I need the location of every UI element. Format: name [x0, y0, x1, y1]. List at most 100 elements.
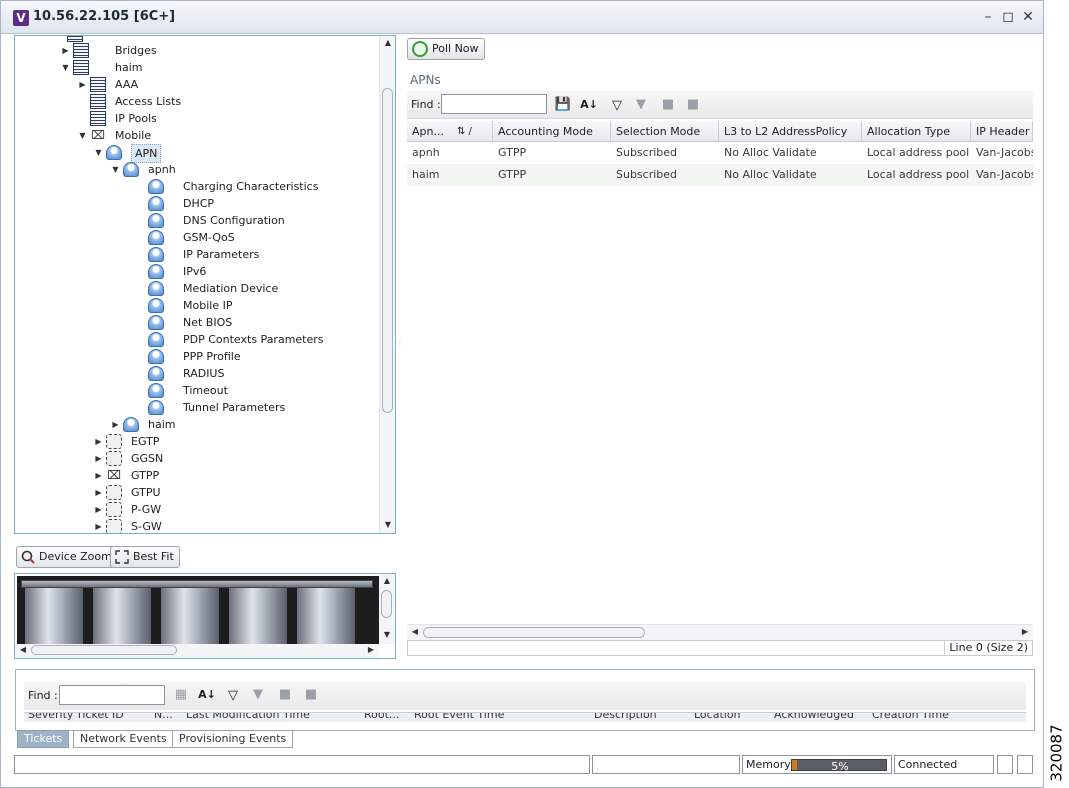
scroll-thumb[interactable] — [31, 645, 177, 655]
tree-item[interactable]: RADIUS — [15, 365, 377, 382]
tree-item[interactable]: Tunnel Parameters — [15, 399, 377, 416]
sort-icon[interactable]: A↓ — [198, 686, 216, 704]
events-column-header[interactable]: Description — [594, 713, 657, 721]
close-icon[interactable]: ✕ — [1020, 9, 1036, 25]
events-column-header[interactable]: Ticket ID — [76, 713, 124, 721]
export-icon[interactable]: 💾 — [554, 96, 572, 114]
tree-item[interactable]: Timeout — [15, 382, 377, 399]
inventory-tree[interactable]: ▶ Bridges ▼ haim ▶ AAA Access Lists IP Pools ▼ ⌧ M… — [14, 35, 396, 534]
tree-item[interactable]: PDP Contexts Parameters — [15, 331, 377, 348]
tree-item[interactable]: IP Pools — [15, 110, 377, 127]
events-column-header[interactable]: N... — [154, 713, 173, 721]
tab-tickets[interactable]: Tickets — [17, 730, 70, 748]
filter-icon[interactable]: ▽ — [224, 687, 242, 705]
column-header[interactable]: Apn... ⇅ / — [407, 121, 493, 142]
collapse-icon[interactable]: ▼ — [111, 161, 120, 178]
expand-icon[interactable]: ▶ — [94, 433, 103, 450]
tree-item[interactable]: ▼ APN — [15, 144, 377, 163]
advanced-filter-icon[interactable]: ▼ — [249, 686, 267, 704]
splitter-handle[interactable]: ⋮ — [397, 340, 403, 353]
tree-item[interactable]: PPP Profile — [15, 348, 377, 365]
events-column-header[interactable]: Last Modification Time — [186, 713, 310, 721]
poll-now-button[interactable]: Poll Now — [407, 38, 485, 60]
maximize-icon[interactable]: ◻ — [1000, 9, 1016, 25]
clear-filter-icon[interactable]: ■ — [659, 96, 677, 114]
tree-item[interactable]: ▶ GGSN — [15, 450, 377, 467]
save-filter-icon[interactable]: ■ — [302, 686, 320, 704]
tree-item[interactable]: ▶ AAA — [15, 76, 377, 93]
scroll-up-icon[interactable]: ▲ — [379, 576, 395, 585]
tree-item[interactable]: ▶ Bridges — [15, 42, 377, 59]
events-column-header[interactable]: Root... — [364, 713, 399, 721]
tree-item[interactable]: ▶ EGTP — [15, 433, 377, 450]
collapse-icon[interactable]: ▼ — [94, 144, 103, 161]
tree-item[interactable]: ▶ GTPU — [15, 484, 377, 501]
tree-item[interactable]: IP Parameters — [15, 246, 377, 263]
events-column-header[interactable]: Creation Time — [872, 713, 949, 721]
save-filter-icon[interactable]: ■ — [684, 96, 702, 114]
expand-icon[interactable]: ▶ — [61, 42, 70, 59]
advanced-filter-icon[interactable]: ▼ — [632, 96, 650, 114]
events-column-header[interactable]: Root Event Time — [414, 713, 504, 721]
tree-item[interactable]: ▼ haim — [15, 59, 377, 76]
scroll-down-icon[interactable]: ▼ — [379, 630, 395, 639]
tab-provisioning-events[interactable]: Provisioning Events — [172, 730, 294, 748]
title-bar[interactable]: V 10.56.22.105 [6C+] – ◻ ✕ — [1, 1, 1043, 34]
tree-item[interactable]: ▼ apnh — [15, 161, 377, 178]
collapse-icon[interactable]: ▼ — [78, 127, 87, 144]
expand-icon[interactable]: ▶ — [94, 467, 103, 484]
tree-item[interactable]: ▶ haim — [15, 416, 377, 433]
scroll-up-icon[interactable]: ▲ — [380, 38, 395, 47]
events-column-header[interactable]: Severity — [28, 713, 73, 721]
device-zoom-button[interactable]: Device Zoom — [16, 546, 118, 568]
scroll-thumb[interactable] — [423, 627, 645, 638]
tree-item[interactable]: Charging Characteristics — [15, 178, 377, 195]
scroll-right-icon[interactable]: ▶ — [363, 645, 379, 654]
table-horizontal-scrollbar[interactable]: ◀ ▶ — [407, 624, 1033, 640]
clear-filter-icon[interactable]: ■ — [276, 686, 294, 704]
column-header[interactable]: Allocation Type — [862, 121, 971, 142]
tree-item[interactable]: IPv6 — [15, 263, 377, 280]
sort-indicator-icon[interactable]: ⇅ / — [457, 121, 472, 142]
minimize-icon[interactable]: – — [980, 9, 996, 25]
events-find-input[interactable] — [59, 685, 165, 705]
events-column-header[interactable]: Location — [694, 713, 741, 721]
device-preview[interactable]: ▲ ▼ ◀ ▶ — [14, 573, 396, 659]
tree-vertical-scrollbar[interactable]: ▲ ▼ — [379, 36, 395, 533]
tree-item[interactable]: ▶ ⌧ GTPP — [15, 467, 377, 484]
expand-icon[interactable]: ▶ — [94, 450, 103, 467]
expand-icon[interactable]: ▶ — [78, 76, 87, 93]
export-icon[interactable]: ▦ — [172, 686, 190, 704]
scroll-thumb[interactable] — [382, 88, 393, 413]
tree-item[interactable]: ▶ S-GW — [15, 518, 377, 533]
expand-icon[interactable]: ▶ — [94, 484, 103, 501]
tree-item[interactable]: GSM-QoS — [15, 229, 377, 246]
scroll-right-icon[interactable]: ▶ — [1017, 627, 1033, 636]
expand-icon[interactable]: ▶ — [94, 518, 103, 533]
tree-item[interactable]: ▶ P-GW — [15, 501, 377, 518]
table-row[interactable]: haim GTPP Subscribed No Alloc Validate Local… — [407, 164, 1033, 186]
expand-icon[interactable]: ▶ — [94, 501, 103, 518]
scroll-left-icon[interactable]: ◀ — [407, 627, 423, 636]
preview-vertical-scrollbar[interactable]: ▲ ▼ — [379, 574, 395, 644]
tab-network-events[interactable]: Network Events — [73, 730, 174, 748]
tree-item[interactable]: DNS Configuration — [15, 212, 377, 229]
collapse-icon[interactable]: ▼ — [61, 59, 70, 76]
tree-item[interactable]: Net BIOS — [15, 314, 377, 331]
scroll-left-icon[interactable]: ◀ — [15, 645, 31, 654]
column-header[interactable]: IP Header C — [971, 121, 1033, 142]
tree-item[interactable]: Mobile IP — [15, 297, 377, 314]
tree-item[interactable]: DHCP — [15, 195, 377, 212]
tree-item[interactable]: ▼ ⌧ Mobile — [15, 127, 377, 144]
find-input[interactable] — [441, 94, 547, 114]
table-row[interactable]: apnh GTPP Subscribed No Alloc Validate Local… — [407, 142, 1033, 164]
events-column-header[interactable]: Acknowledged — [774, 713, 854, 721]
column-header[interactable]: L3 to L2 AddressPolicy — [719, 121, 862, 142]
best-fit-button[interactable]: Best Fit — [110, 546, 180, 568]
scroll-down-icon[interactable]: ▼ — [380, 520, 395, 529]
scroll-thumb[interactable] — [381, 590, 392, 618]
tree-item[interactable]: Access Lists — [15, 93, 377, 110]
tree-item[interactable]: Mediation Device — [15, 280, 377, 297]
column-header[interactable]: Accounting Mode — [493, 121, 611, 142]
column-header[interactable]: Selection Mode — [611, 121, 719, 142]
